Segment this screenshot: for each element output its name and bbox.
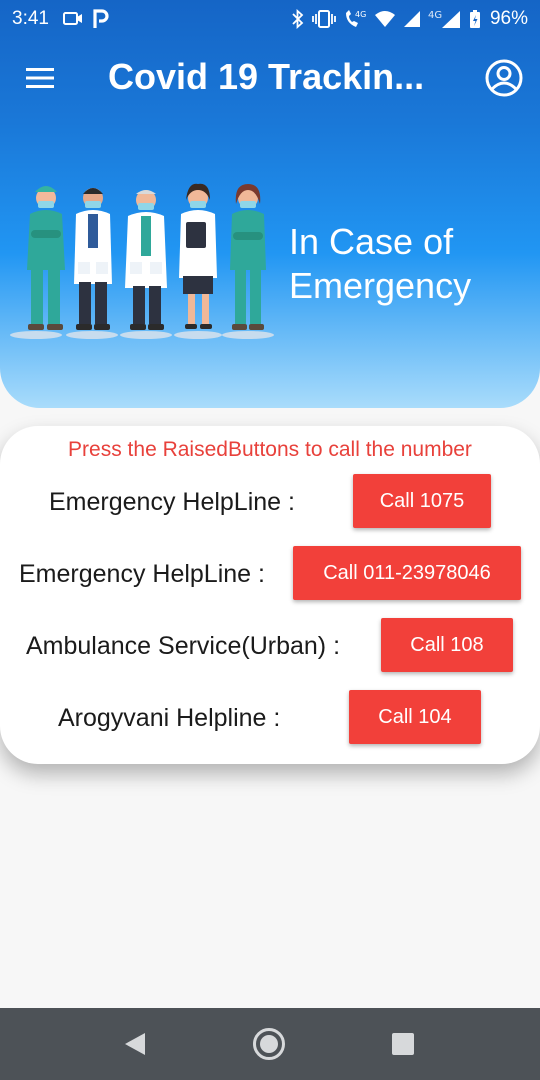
helpline-row: Emergency HelpLine : Call 011-23978046	[0, 546, 540, 604]
battery-percentage: 96%	[489, 8, 528, 29]
status-time: 3:41	[12, 8, 49, 29]
back-button[interactable]	[118, 1026, 154, 1062]
menu-button[interactable]	[24, 62, 58, 94]
helpline-card: Press the RaisedButtons to call the numb…	[0, 426, 540, 764]
emergency-heading: In Case of Emergency	[289, 220, 529, 308]
back-triangle-icon	[125, 1033, 145, 1055]
header-banner: 3:41 4G 4G 96% Covid 19 Trackin... In Ca…	[0, 0, 540, 408]
account-circle-icon	[485, 59, 523, 97]
helpline-label: Emergency HelpLine :	[19, 560, 265, 588]
helpline-label: Emergency HelpLine :	[49, 488, 295, 516]
signal-icon	[403, 10, 421, 28]
helpline-row: Ambulance Service(Urban) : Call 108	[0, 618, 540, 676]
call-104-button[interactable]: Call 104	[349, 690, 481, 744]
call-1075-button[interactable]: Call 1075	[353, 474, 491, 528]
network-badge-2: 4G	[428, 10, 442, 21]
wifi-icon	[374, 10, 396, 28]
account-button[interactable]	[484, 58, 524, 98]
emergency-heading-line2: Emergency	[289, 265, 472, 306]
recents-square-icon	[392, 1033, 414, 1055]
system-navigation-bar	[0, 1008, 540, 1080]
bluetooth-icon	[291, 9, 305, 29]
helpline-row: Emergency HelpLine : Call 1075	[0, 474, 540, 532]
ambulance-label: Ambulance Service(Urban) :	[26, 632, 341, 660]
app-title: Covid 19 Trackin...	[108, 56, 425, 97]
medical-staff-illustration	[10, 183, 274, 339]
status-bar: 3:41 4G 4G 96%	[0, 0, 540, 38]
parking-icon	[93, 9, 109, 29]
network-badge-1: 4G	[355, 10, 366, 19]
battery-charging-icon	[469, 9, 481, 29]
volte-call-icon: 4G	[343, 9, 367, 29]
call-011-23978046-button[interactable]: Call 011-23978046	[293, 546, 521, 600]
signal-4g-icon: 4G	[428, 9, 462, 29]
cast-icon	[62, 11, 83, 27]
vibrate-icon	[312, 10, 336, 28]
emergency-heading-line1: In Case of	[289, 221, 454, 262]
arogyvani-label: Arogyvani Helpline :	[58, 704, 281, 732]
home-button[interactable]	[251, 1026, 287, 1062]
helpline-row: Arogyvani Helpline : Call 104	[0, 690, 540, 748]
home-circle-icon	[253, 1028, 285, 1060]
instruction-text: Press the RaisedButtons to call the numb…	[68, 438, 472, 461]
recents-button[interactable]	[385, 1026, 421, 1062]
call-108-button[interactable]: Call 108	[381, 618, 513, 672]
app-bar: Covid 19 Trackin...	[0, 38, 540, 118]
hamburger-menu-icon	[26, 68, 54, 88]
